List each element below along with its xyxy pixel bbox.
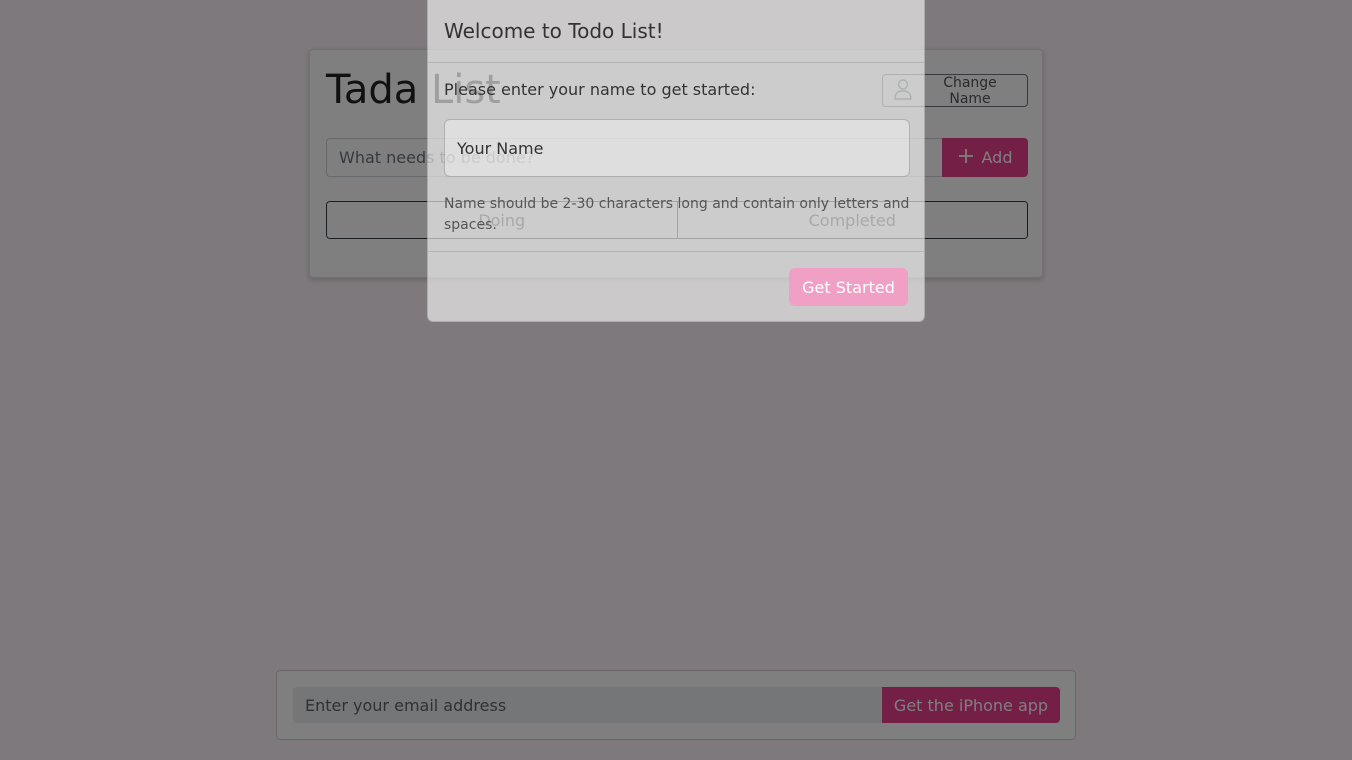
modal-footer: Get Started xyxy=(428,251,924,322)
name-input[interactable] xyxy=(444,119,910,177)
modal-header: Welcome to Todo List! xyxy=(428,0,924,63)
modal-title: Welcome to Todo List! xyxy=(444,19,664,43)
welcome-modal: Welcome to Todo List! Please enter your … xyxy=(427,0,925,322)
name-help-text: Name should be 2-30 characters long and … xyxy=(444,196,910,233)
get-started-button[interactable]: Get Started xyxy=(789,268,908,306)
name-prompt: Please enter your name to get started: xyxy=(444,80,756,99)
